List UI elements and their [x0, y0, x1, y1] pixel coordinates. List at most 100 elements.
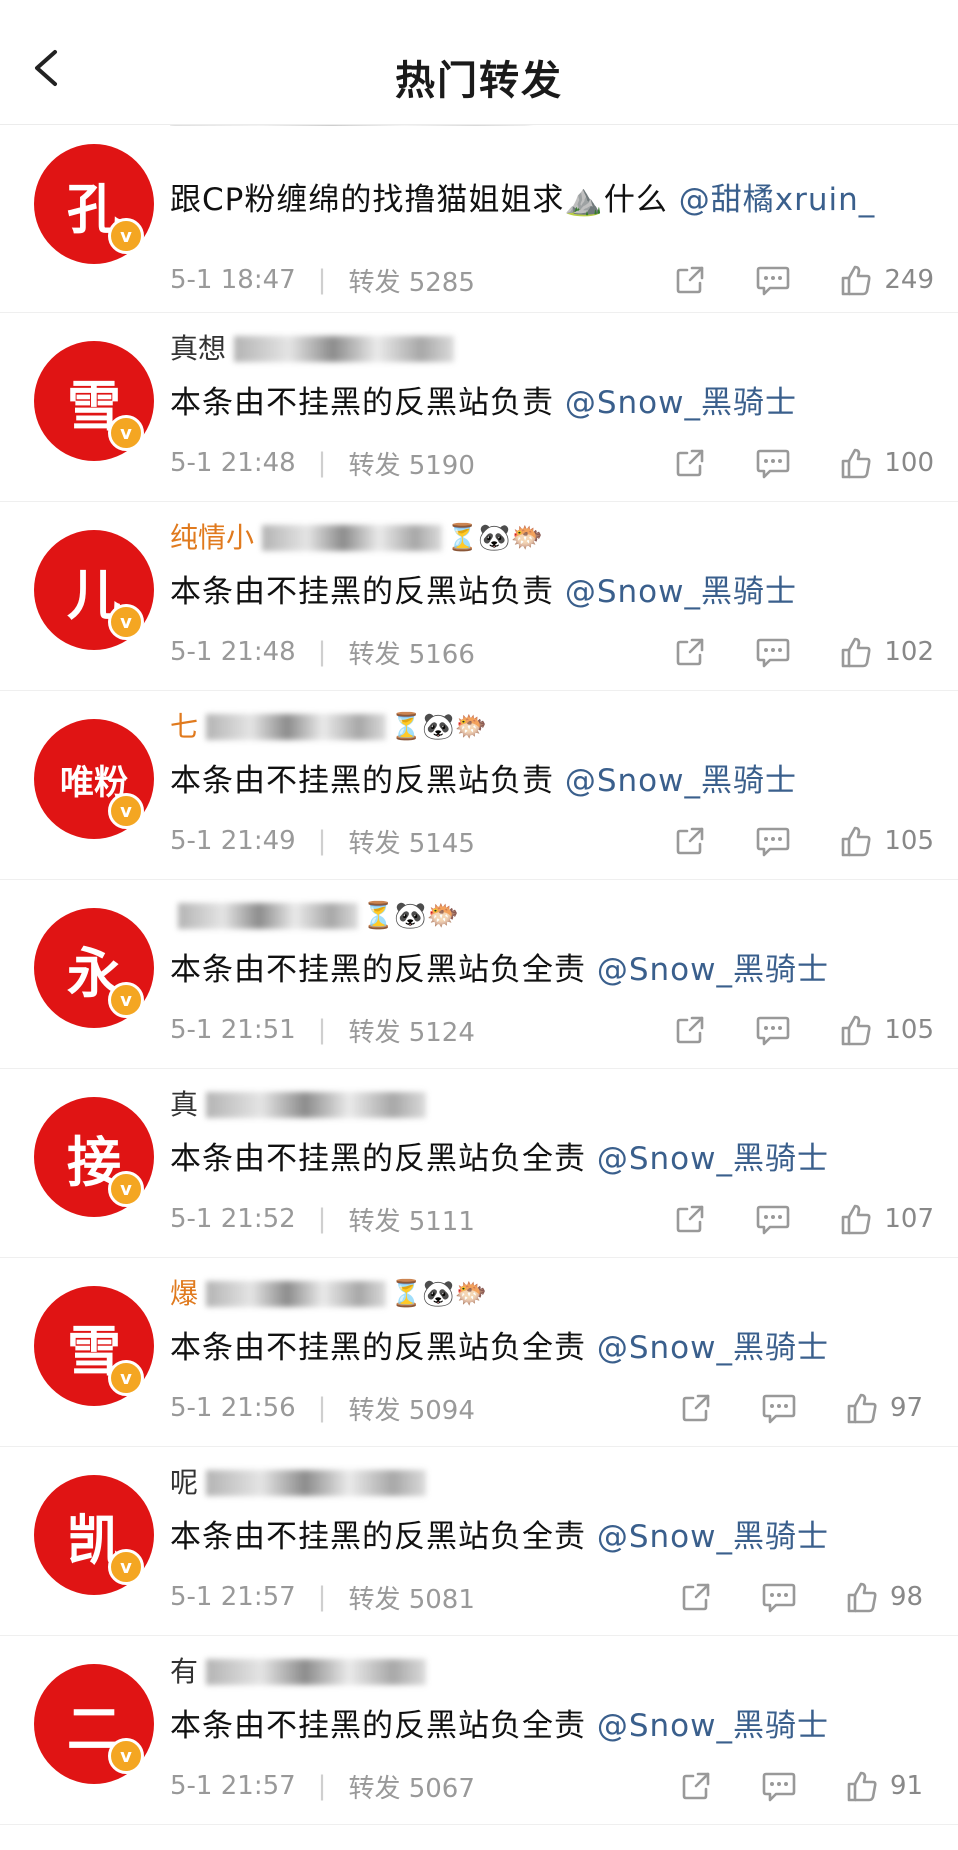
like-button[interactable]: 249: [838, 262, 934, 298]
username[interactable]: 纯情小 ⏳🐼🐡: [170, 520, 543, 556]
repost-count: 转发 5285: [348, 267, 475, 298]
action-group: 91: [632, 1768, 934, 1804]
divider: |: [317, 637, 327, 667]
action-group: 105: [626, 823, 934, 859]
verified-badge-icon: v: [108, 982, 144, 1018]
share-button[interactable]: [672, 1201, 708, 1237]
share-icon: [678, 1390, 714, 1426]
thumbs-up-icon: [838, 1012, 874, 1048]
like-button[interactable]: 107: [838, 1201, 934, 1237]
repost-row[interactable]: 雪 v 真想 本条由不挂黑的反黑站负责 @Snow_黑骑士 5-1 21:48 | 转发 5…: [0, 313, 958, 502]
username[interactable]: 七 ⏳🐼🐡: [170, 709, 487, 745]
mention-link[interactable]: @Snow_黑骑士: [597, 1330, 829, 1366]
comment-button[interactable]: [754, 262, 792, 298]
repost-row[interactable]: 孔 v 跟CP粉缠绵的找撸猫姐姐求⛰️什么 @甜橘xruin_ 5-1 18:47 | 转…: [0, 110, 958, 313]
blurred-username: [206, 1281, 387, 1307]
mention-link[interactable]: @Snow_黑骑士: [597, 1708, 829, 1744]
share-button[interactable]: [672, 823, 708, 859]
like-button[interactable]: 98: [844, 1579, 934, 1615]
repost-row[interactable]: 儿 v 纯情小 ⏳🐼🐡 本条由不挂黑的反黑站负责 @Snow_黑骑士 5-1 21:48 |…: [0, 502, 958, 691]
share-button[interactable]: [678, 1579, 714, 1615]
meta-bar: 5-1 21:51 | 转发 5124 105: [170, 1010, 934, 1050]
comment-button[interactable]: [754, 823, 792, 859]
meta-bar: 5-1 21:57 | 转发 5067 91: [170, 1766, 934, 1806]
repost-row[interactable]: 凯 v 呢本条由不挂黑的反黑站负全责 @Snow_黑骑士 5-1 21:57 | 转发 5…: [0, 1447, 958, 1636]
comment-button[interactable]: [754, 634, 792, 670]
share-button[interactable]: [672, 262, 708, 298]
emoji-icons: ⏳🐼🐡: [390, 1279, 488, 1309]
mention-link[interactable]: @Snow_黑骑士: [565, 763, 797, 799]
repost-row[interactable]: 二 v 有本条由不挂黑的反黑站负全责 @Snow_黑骑士 5-1 21:57 | 转发 5…: [0, 1636, 958, 1825]
comment-button[interactable]: [760, 1390, 798, 1426]
username[interactable]: 真: [170, 1087, 427, 1123]
share-icon: [672, 634, 708, 670]
share-icon: [672, 445, 708, 481]
mention-link[interactable]: @甜橘xruin_: [679, 182, 876, 218]
username[interactable]: ⏳🐼🐡: [170, 898, 459, 934]
top-bar: 热门转发: [0, 0, 958, 125]
like-count: 107: [884, 1204, 934, 1234]
like-button[interactable]: 105: [838, 823, 934, 859]
content-text: 本条由不挂黑的反黑站负全责: [170, 1330, 597, 1366]
share-button[interactable]: [672, 445, 708, 481]
mention-link[interactable]: @Snow_黑骑士: [565, 574, 797, 610]
repost-row[interactable]: 接 v 真本条由不挂黑的反黑站负全责 @Snow_黑骑士 5-1 21:52 | 转发 5…: [0, 1069, 958, 1258]
like-count: 102: [884, 637, 934, 667]
comment-icon: [754, 445, 792, 481]
comment-button[interactable]: [760, 1579, 798, 1615]
like-button[interactable]: 91: [844, 1768, 934, 1804]
content-text: 本条由不挂黑的反黑站负责: [170, 574, 565, 610]
username[interactable]: 呢: [170, 1465, 427, 1501]
share-button[interactable]: [678, 1390, 714, 1426]
action-group: 249: [626, 262, 934, 298]
action-group: 105: [626, 1012, 934, 1048]
like-button[interactable]: 102: [838, 634, 934, 670]
mention-link[interactable]: @Snow_黑骑士: [597, 1519, 829, 1555]
mention-link[interactable]: @Snow_黑骑士: [597, 1141, 829, 1177]
comment-button[interactable]: [760, 1768, 798, 1804]
like-button[interactable]: 97: [844, 1390, 934, 1426]
verified-badge-icon: v: [108, 1360, 144, 1396]
thumbs-up-icon: [838, 634, 874, 670]
username[interactable]: 真想: [170, 331, 455, 367]
repost-row[interactable]: 雪 v 爆 ⏳🐼🐡 本条由不挂黑的反黑站负全责 @Snow_黑骑士 5-1 21:56 | 转…: [0, 1258, 958, 1447]
share-button[interactable]: [672, 634, 708, 670]
repost-list: 孔 v 跟CP粉缠绵的找撸猫姐姐求⛰️什么 @甜橘xruin_ 5-1 18:47 | 转…: [0, 111, 958, 1825]
meta-bar: 5-1 21:49 | 转发 5145 105: [170, 821, 934, 861]
timestamp: 5-1 21:57: [170, 1771, 296, 1801]
share-icon: [678, 1768, 714, 1804]
timestamp: 5-1 21:49: [170, 826, 296, 856]
page-title: 热门转发: [395, 58, 563, 104]
divider: |: [317, 1582, 327, 1612]
share-button[interactable]: [678, 1768, 714, 1804]
username-text: 真想: [170, 332, 227, 365]
comment-button[interactable]: [754, 445, 792, 481]
share-button[interactable]: [672, 1012, 708, 1048]
comment-button[interactable]: [754, 1012, 792, 1048]
repost-row[interactable]: 唯粉 v 七 ⏳🐼🐡 本条由不挂黑的反黑站负责 @Snow_黑骑士 5-1 21:49 | 转…: [0, 691, 958, 880]
content-text: 本条由不挂黑的反黑站负全责: [170, 1708, 597, 1744]
comment-button[interactable]: [754, 1201, 792, 1237]
share-icon: [672, 823, 708, 859]
timestamp: 5-1 21:52: [170, 1204, 296, 1234]
repost-count: 转发 5111: [348, 1206, 475, 1237]
share-icon: [672, 1201, 708, 1237]
content-text: 本条由不挂黑的反黑站负全责: [170, 952, 597, 988]
repost-row[interactable]: 永 v ⏳🐼🐡 本条由不挂黑的反黑站负全责 @Snow_黑骑士 5-1 21:51 | 转发…: [0, 880, 958, 1069]
like-button[interactable]: 100: [838, 445, 934, 481]
repost-content: 本条由不挂黑的反黑站负责 @Snow_黑骑士: [170, 568, 928, 616]
mention-link[interactable]: @Snow_黑骑士: [597, 952, 829, 988]
like-count: 249: [884, 265, 934, 295]
verified-badge-icon: v: [108, 218, 144, 254]
username[interactable]: 有: [170, 1654, 427, 1690]
thumbs-up-icon: [844, 1579, 880, 1615]
mention-link[interactable]: @Snow_黑骑士: [565, 385, 797, 421]
username-text: 有: [170, 1655, 199, 1688]
share-icon: [672, 262, 708, 298]
username-text: 呢: [170, 1466, 199, 1499]
comment-icon: [754, 823, 792, 859]
username[interactable]: 爆 ⏳🐼🐡: [170, 1276, 487, 1312]
timestamp: 5-1 21:56: [170, 1393, 296, 1423]
username-text: 爆: [170, 1277, 199, 1310]
like-button[interactable]: 105: [838, 1012, 934, 1048]
